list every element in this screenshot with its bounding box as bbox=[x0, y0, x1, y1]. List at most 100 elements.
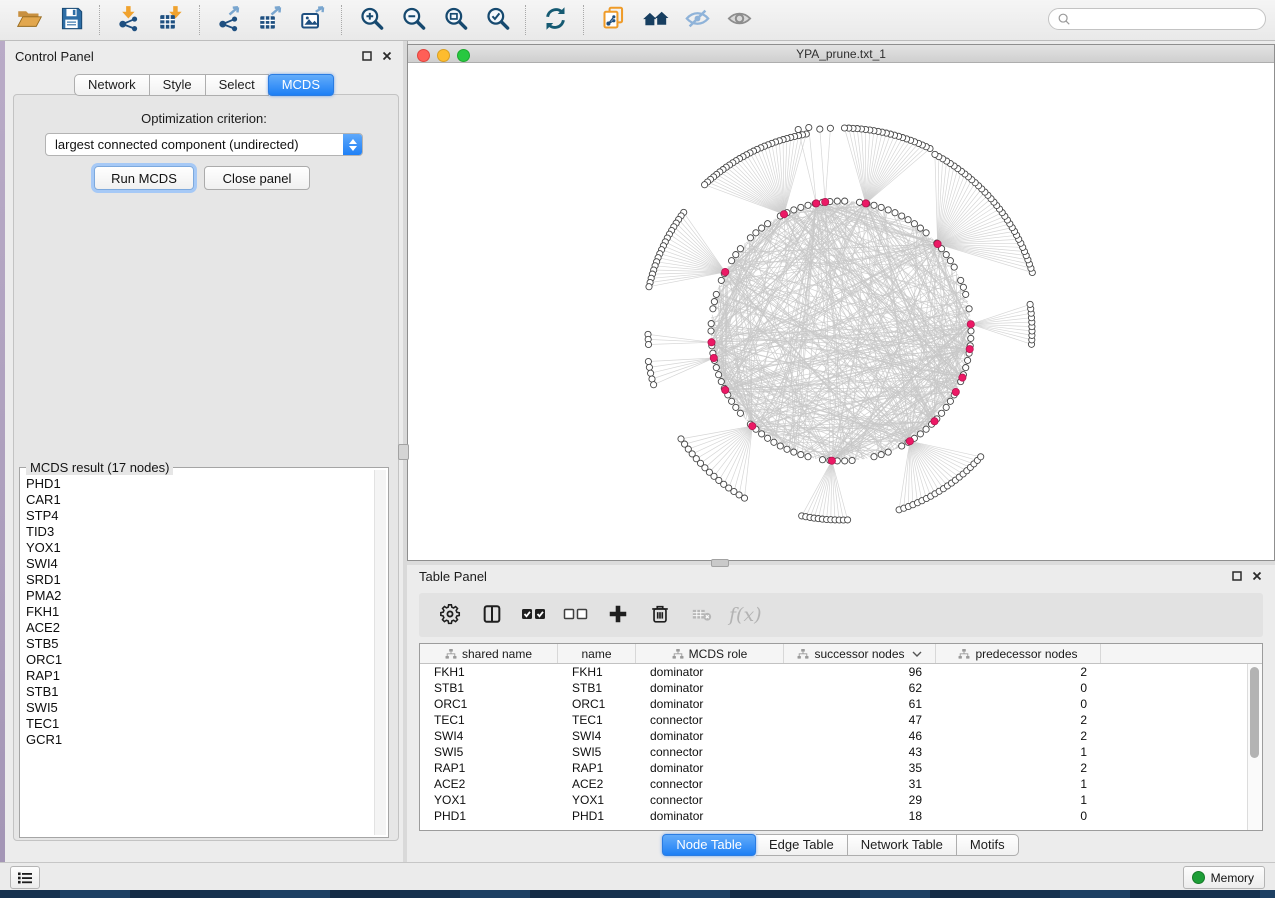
tab-network-table[interactable]: Network Table bbox=[848, 834, 957, 856]
mcds-node-item[interactable]: CAR1 bbox=[26, 492, 372, 508]
mcds-node-item[interactable]: SRD1 bbox=[26, 572, 372, 588]
select-all-button[interactable] bbox=[517, 598, 551, 632]
settings-button[interactable] bbox=[433, 598, 467, 632]
zoom-selected-button[interactable] bbox=[477, 3, 517, 37]
mcds-node-item[interactable]: SWI5 bbox=[26, 700, 372, 716]
cell: dominator bbox=[636, 809, 784, 823]
mcds-node-item[interactable]: FKH1 bbox=[26, 604, 372, 620]
tab-motifs[interactable]: Motifs bbox=[957, 834, 1019, 856]
add-row-button[interactable] bbox=[601, 598, 635, 632]
mcds-node-item[interactable]: PHD1 bbox=[26, 476, 372, 492]
mcds-node-item[interactable]: STB1 bbox=[26, 684, 372, 700]
tab-network[interactable]: Network bbox=[74, 74, 150, 96]
tab-node-table[interactable]: Node Table bbox=[662, 834, 756, 856]
network-graph[interactable] bbox=[408, 63, 1274, 560]
float-table-panel-icon[interactable] bbox=[1231, 570, 1243, 582]
mcds-node-item[interactable]: STB5 bbox=[26, 636, 372, 652]
node-table-scrollbar[interactable] bbox=[1247, 664, 1262, 830]
function-builder-button[interactable]: f(x) bbox=[727, 604, 762, 626]
table-row-phd1[interactable]: PHD1PHD1dominator180 bbox=[420, 808, 1248, 824]
mcds-node-item[interactable]: TEC1 bbox=[26, 716, 372, 732]
cell: connector bbox=[636, 777, 784, 791]
criterion-dropdown[interactable]: largest connected component (undirected) bbox=[45, 133, 363, 156]
mcds-node-item[interactable]: ORC1 bbox=[26, 652, 372, 668]
open-file-button[interactable] bbox=[9, 3, 49, 37]
delete-row-button[interactable] bbox=[643, 598, 677, 632]
column-label: shared name bbox=[462, 647, 532, 661]
table-row-ace2[interactable]: ACE2ACE2connector311 bbox=[420, 776, 1248, 792]
mcds-node-item[interactable]: ACE2 bbox=[26, 620, 372, 636]
export-image-button[interactable] bbox=[293, 3, 333, 37]
export-table-button[interactable] bbox=[251, 3, 291, 37]
export-network-button[interactable] bbox=[209, 3, 249, 37]
mcds-node-item[interactable]: RAP1 bbox=[26, 668, 372, 684]
network-window-titlebar[interactable]: YPA_prune.txt_1 bbox=[408, 45, 1274, 63]
mcds-node-item[interactable]: TID3 bbox=[26, 524, 372, 540]
tab-mcds[interactable]: MCDS bbox=[268, 74, 334, 96]
columns-button[interactable] bbox=[475, 598, 509, 632]
close-panel-button[interactable]: Close panel bbox=[204, 166, 310, 190]
column-header-name[interactable]: name bbox=[558, 644, 636, 663]
tab-select[interactable]: Select bbox=[206, 74, 269, 96]
table-row-tec1[interactable]: TEC1TEC1connector472 bbox=[420, 712, 1248, 728]
deselect-all-button[interactable] bbox=[559, 598, 593, 632]
cell: 47 bbox=[784, 713, 936, 727]
mcds-node-item[interactable]: YOX1 bbox=[26, 540, 372, 556]
column-header-shared-name[interactable]: shared name bbox=[420, 644, 558, 663]
show-all-button[interactable] bbox=[719, 3, 759, 37]
table-row-rap1[interactable]: RAP1RAP1dominator352 bbox=[420, 760, 1248, 776]
table-row-yox1[interactable]: YOX1YOX1connector291 bbox=[420, 792, 1248, 808]
duplicate-network-button[interactable] bbox=[593, 3, 633, 37]
mcds-node-item[interactable]: GCR1 bbox=[26, 732, 372, 748]
zoom-fit-icon bbox=[442, 5, 469, 35]
horizontal-split-handle[interactable] bbox=[711, 559, 729, 567]
zoom-fit-button[interactable] bbox=[435, 3, 475, 37]
table-row-orc1[interactable]: ORC1ORC1dominator610 bbox=[420, 696, 1248, 712]
column-header-successor-nodes[interactable]: successor nodes bbox=[784, 644, 936, 663]
hide-selected-icon bbox=[684, 5, 711, 35]
memory-button[interactable]: Memory bbox=[1183, 866, 1265, 889]
save-session-button[interactable] bbox=[51, 3, 91, 37]
import-table-button[interactable] bbox=[151, 3, 191, 37]
search-input[interactable] bbox=[1071, 11, 1265, 27]
cell: TEC1 bbox=[558, 713, 636, 727]
import-network-button[interactable] bbox=[109, 3, 149, 37]
toolbar-separator bbox=[525, 5, 527, 35]
cell: dominator bbox=[636, 665, 784, 679]
zoom-in-button[interactable] bbox=[351, 3, 391, 37]
task-history-button[interactable] bbox=[10, 866, 40, 889]
cell: STB1 bbox=[558, 681, 636, 695]
table-row-swi4[interactable]: SWI4SWI4dominator462 bbox=[420, 728, 1248, 744]
node-table-scroll-thumb[interactable] bbox=[1250, 667, 1259, 758]
refresh-layout-button[interactable] bbox=[535, 3, 575, 37]
mcds-result-scrollbar[interactable] bbox=[374, 470, 386, 835]
run-mcds-button[interactable]: Run MCDS bbox=[94, 166, 194, 190]
table-row-swi5[interactable]: SWI5SWI5connector431 bbox=[420, 744, 1248, 760]
cell: ORC1 bbox=[420, 697, 558, 711]
cell: connector bbox=[636, 713, 784, 727]
vertical-split-handle[interactable] bbox=[398, 444, 409, 460]
first-neighbors-button[interactable] bbox=[635, 3, 675, 37]
close-table-panel-icon[interactable] bbox=[1251, 570, 1263, 582]
search-box[interactable] bbox=[1048, 8, 1266, 30]
cell: YOX1 bbox=[420, 793, 558, 807]
column-header-mcds-role[interactable]: MCDS role bbox=[636, 644, 784, 663]
delete-column-icon bbox=[691, 603, 713, 628]
tab-style[interactable]: Style bbox=[150, 74, 206, 96]
mcds-node-item[interactable]: PMA2 bbox=[26, 588, 372, 604]
table-row-stb1[interactable]: STB1STB1dominator620 bbox=[420, 680, 1248, 696]
cell: dominator bbox=[636, 681, 784, 695]
float-panel-icon[interactable] bbox=[361, 50, 373, 62]
mcds-node-item[interactable]: STP4 bbox=[26, 508, 372, 524]
network-canvas[interactable] bbox=[408, 63, 1274, 560]
mcds-node-item[interactable]: SWI4 bbox=[26, 556, 372, 572]
cell: SWI5 bbox=[420, 745, 558, 759]
close-panel-icon[interactable] bbox=[381, 50, 393, 62]
column-header-predecessor-nodes[interactable]: predecessor nodes bbox=[936, 644, 1101, 663]
mcds-result-list[interactable]: PHD1CAR1STP4TID3YOX1SWI4SRD1PMA2FKH1ACE2… bbox=[26, 476, 372, 833]
zoom-out-button[interactable] bbox=[393, 3, 433, 37]
table-row-fkh1[interactable]: FKH1FKH1dominator962 bbox=[420, 664, 1248, 680]
hide-selected-button[interactable] bbox=[677, 3, 717, 37]
tab-edge-table[interactable]: Edge Table bbox=[756, 834, 848, 856]
cell: SWI4 bbox=[558, 729, 636, 743]
